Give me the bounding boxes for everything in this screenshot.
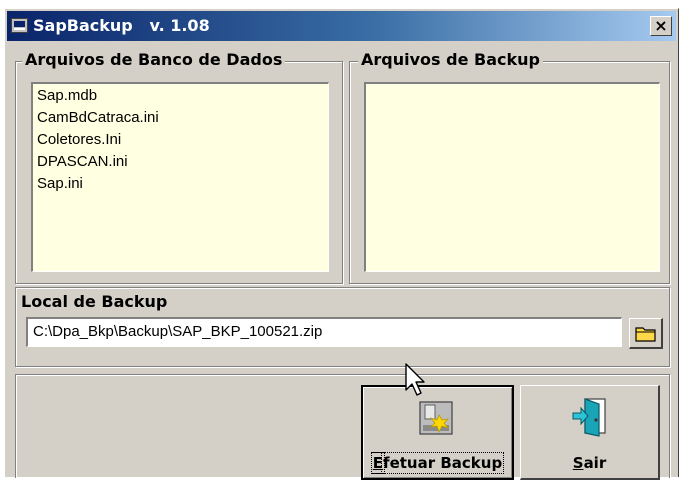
app-icon: [11, 18, 28, 33]
backup-files-list[interactable]: [364, 82, 660, 272]
database-files-caption: Arquivos de Banco de Dados: [22, 50, 286, 69]
exit-door-icon: [572, 398, 606, 437]
database-files-group: Arquivos de Banco de Dados Sap.mdb CamBd…: [15, 50, 343, 284]
list-item[interactable]: DPASCAN.ini: [37, 151, 324, 173]
exit-button-label: Sair: [572, 454, 607, 472]
browse-folder-button[interactable]: [629, 318, 663, 349]
list-item[interactable]: Sap.ini: [37, 173, 324, 195]
window-title: SapBackup v. 1.08: [33, 16, 210, 35]
exit-button[interactable]: Sair: [520, 385, 660, 480]
backup-path-field[interactable]: C:\Dpa_Bkp\Backup\SAP_BKP_100521.zip: [26, 317, 622, 347]
list-item[interactable]: Coletores.Ini: [37, 129, 324, 151]
backup-files-caption: Arquivos de Backup: [358, 50, 543, 69]
actions-group: Efetuar Backup Sair: [15, 374, 670, 480]
close-button[interactable]: ×: [650, 16, 672, 36]
backup-button-label: Efetuar Backup: [370, 452, 505, 474]
backup-icon: [419, 401, 453, 435]
backup-location-group: Local de Backup C:\Dpa_Bkp\Backup\SAP_BK…: [15, 287, 670, 367]
list-item[interactable]: Sap.mdb: [37, 85, 324, 107]
title-bar[interactable]: SapBackup v. 1.08 ×: [7, 11, 676, 41]
folder-icon: [635, 327, 656, 342]
backup-location-caption: Local de Backup: [21, 292, 168, 311]
database-files-list[interactable]: Sap.mdb CamBdCatraca.ini Coletores.Ini D…: [31, 82, 329, 272]
app-window: SapBackup v. 1.08 × Arquivos de Banco de…: [4, 8, 679, 480]
mouse-pointer-icon: [405, 363, 425, 396]
backup-button[interactable]: Efetuar Backup: [361, 385, 514, 480]
backup-files-group: Arquivos de Backup: [349, 50, 670, 284]
list-item[interactable]: CamBdCatraca.ini: [37, 107, 324, 129]
